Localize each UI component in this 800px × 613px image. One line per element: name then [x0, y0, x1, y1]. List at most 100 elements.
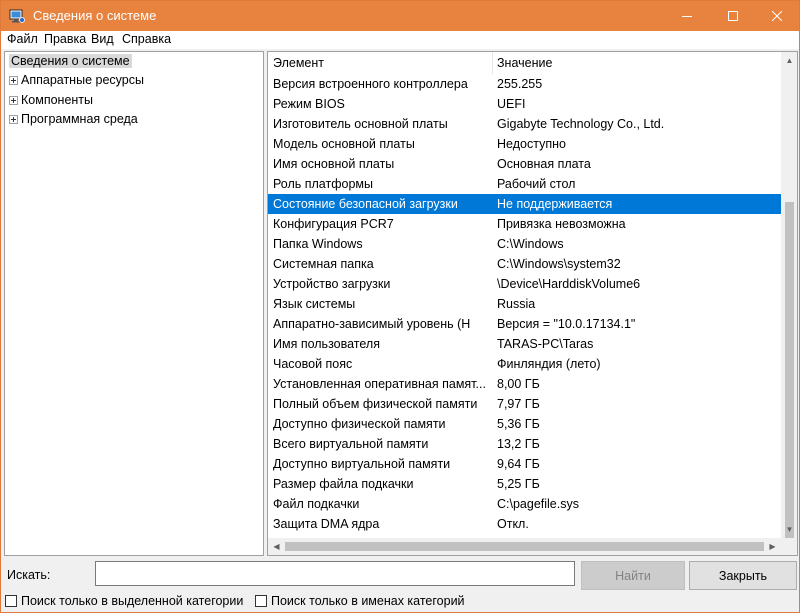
menu-help[interactable]: Справка	[122, 32, 171, 46]
tree-item-label: Сведения о системе	[9, 54, 132, 68]
vertical-scrollbar[interactable]: ▲ ▼	[781, 52, 797, 538]
window-title: Сведения о системе	[33, 8, 157, 23]
row-item-cell: Версия встроенного контроллера	[273, 77, 468, 91]
maximize-button[interactable]	[711, 1, 755, 31]
row-value-cell: TARAS-PC\Taras	[497, 337, 594, 351]
row-value-cell: Финляндия (лето)	[497, 357, 601, 371]
expand-icon[interactable]	[9, 76, 18, 85]
table-row[interactable]: Всего виртуальной памяти 13,2 ГБ	[268, 434, 781, 454]
table-row[interactable]: Устройство загрузки \Device\HarddiskVolum…	[268, 274, 781, 294]
scroll-left-icon[interactable]: ◀	[268, 538, 285, 555]
row-value-cell: UEFI	[497, 97, 526, 111]
row-item-cell: Изготовитель основной платы	[273, 117, 448, 131]
maximize-icon	[728, 11, 738, 21]
row-value-cell: 8,00 ГБ	[497, 377, 540, 391]
table-row[interactable]: Файл подкачки C:\pagefile.sys	[268, 494, 781, 514]
row-value-cell: C:\Windows\system32	[497, 257, 621, 271]
row-item-cell: Доступно виртуальной памяти	[273, 457, 451, 471]
column-header-value[interactable]: Значение	[497, 56, 552, 70]
menu-view[interactable]: Вид	[91, 32, 114, 46]
row-value-cell: Основная плата	[497, 157, 591, 171]
checkbox-box[interactable]	[255, 595, 267, 607]
tree-item-label: Программная среда	[21, 112, 138, 126]
row-item-cell: Защита DMA ядра	[273, 517, 380, 531]
details-list[interactable]: Элемент Значение Версия встроенного конт…	[267, 51, 798, 556]
row-item-cell: Файл подкачки	[273, 497, 360, 511]
table-row[interactable]: Роль платформы Рабочий стол	[268, 174, 781, 194]
table-row[interactable]: Конфигурация PCR7 Привязка невозможна	[268, 214, 781, 234]
row-item-cell: Часовой пояс	[273, 357, 353, 371]
table-row[interactable]: Имя пользователя TARAS-PC\Taras	[268, 334, 781, 354]
close-window-button[interactable]	[755, 1, 799, 31]
tree-item-hardware-resources[interactable]: Аппаратные ресурсы	[9, 73, 144, 91]
table-row[interactable]: Часовой пояс Финляндия (лето)	[268, 354, 781, 374]
table-row[interactable]: Аппаратно-зависимый уровень (Н Версия = "…	[268, 314, 781, 334]
row-item-cell: Имя пользователя	[273, 337, 380, 351]
table-row[interactable]: Доступно виртуальной памяти 9,64 ГБ	[268, 454, 781, 474]
menu-file[interactable]: Файл	[7, 32, 38, 46]
system-info-app-icon	[9, 8, 25, 24]
table-row[interactable]: Папка Windows C:\Windows	[268, 234, 781, 254]
row-value-cell: 255.255	[497, 77, 543, 91]
table-row[interactable]: Установленная оперативная памят... 8,00 Г…	[268, 374, 781, 394]
table-row[interactable]: Защита DMA ядра Откл.	[268, 514, 781, 534]
search-category-names-checkbox[interactable]: Поиск только в именах категорий	[255, 593, 465, 609]
tree-item-label: Компоненты	[21, 93, 94, 107]
tree-item-software-environment[interactable]: Программная среда	[9, 112, 138, 130]
tree-item-label: Аппаратные ресурсы	[21, 73, 144, 87]
menu-bar: Файл Правка Вид Справка	[1, 31, 799, 49]
scroll-right-icon[interactable]: ▶	[764, 538, 781, 555]
close-icon	[772, 11, 782, 21]
tree-item-system-summary[interactable]: Сведения о системе	[9, 54, 132, 72]
table-row[interactable]: Язык системы Russia	[268, 294, 781, 314]
table-row[interactable]: Модель основной платы Недоступно	[268, 134, 781, 154]
expand-icon[interactable]	[9, 96, 18, 105]
title-bar[interactable]: Сведения о системе	[1, 1, 799, 31]
row-item-cell: Размер файла подкачки	[273, 477, 414, 491]
find-input[interactable]	[95, 561, 575, 586]
row-value-cell: Недоступно	[497, 137, 566, 151]
vertical-scroll-thumb[interactable]	[785, 202, 794, 538]
row-item-cell: Роль платформы	[273, 177, 373, 191]
find-label: Искать:	[7, 568, 51, 582]
row-item-cell: Установленная оперативная памят...	[273, 377, 486, 391]
system-info-window: Сведения о системе Файл Правка Вид Справ…	[0, 0, 800, 613]
row-value-cell: 9,64 ГБ	[497, 457, 540, 471]
find-button[interactable]: Найти	[581, 561, 685, 590]
horizontal-scrollbar[interactable]: ◀ ▶	[268, 538, 781, 555]
table-row[interactable]: Состояние безопасной загрузки Не поддержи…	[268, 194, 781, 214]
checkbox-box[interactable]	[5, 595, 17, 607]
column-divider[interactable]	[492, 52, 493, 74]
row-item-cell: Язык системы	[273, 297, 356, 311]
row-value-cell: 5,36 ГБ	[497, 417, 540, 431]
scroll-down-icon[interactable]: ▼	[781, 521, 797, 538]
table-row[interactable]: Размер файла подкачки 5,25 ГБ	[268, 474, 781, 494]
row-item-cell: Состояние безопасной загрузки	[273, 197, 458, 211]
row-value-cell: 5,25 ГБ	[497, 477, 540, 491]
row-value-cell: C:\pagefile.sys	[497, 497, 579, 511]
table-row[interactable]: Имя основной платы Основная плата	[268, 154, 781, 174]
row-value-cell: Привязка невозможна	[497, 217, 626, 231]
minimize-button[interactable]	[665, 1, 709, 31]
row-value-cell: 7,97 ГБ	[497, 397, 540, 411]
horizontal-scroll-thumb[interactable]	[285, 542, 764, 551]
table-row[interactable]: Системная папка C:\Windows\system32	[268, 254, 781, 274]
close-button[interactable]: Закрыть	[689, 561, 797, 590]
table-row[interactable]: Полный объем физической памяти 7,97 ГБ	[268, 394, 781, 414]
search-selected-category-checkbox[interactable]: Поиск только в выделенной категории	[5, 593, 243, 609]
tree-item-components[interactable]: Компоненты	[9, 93, 93, 111]
row-value-cell: Не поддерживается	[497, 197, 613, 211]
expand-icon[interactable]	[9, 115, 18, 124]
scroll-up-icon[interactable]: ▲	[781, 52, 797, 69]
table-row[interactable]: Изготовитель основной платы Gigabyte Tech…	[268, 114, 781, 134]
row-item-cell: Конфигурация PCR7	[273, 217, 394, 231]
table-row[interactable]: Версия встроенного контроллера 255.255	[268, 74, 781, 94]
row-value-cell: Russia	[497, 297, 536, 311]
table-row[interactable]: Доступно физической памяти 5,36 ГБ	[268, 414, 781, 434]
category-tree[interactable]: Сведения о системе Аппаратные ресурсы Ко…	[4, 51, 264, 556]
menu-edit[interactable]: Правка	[44, 32, 86, 46]
column-header-item[interactable]: Элемент	[273, 56, 324, 70]
row-value-cell: Рабочий стол	[497, 177, 576, 191]
row-value-cell: C:\Windows	[497, 237, 564, 251]
table-row[interactable]: Режим BIOS UEFI	[268, 94, 781, 114]
